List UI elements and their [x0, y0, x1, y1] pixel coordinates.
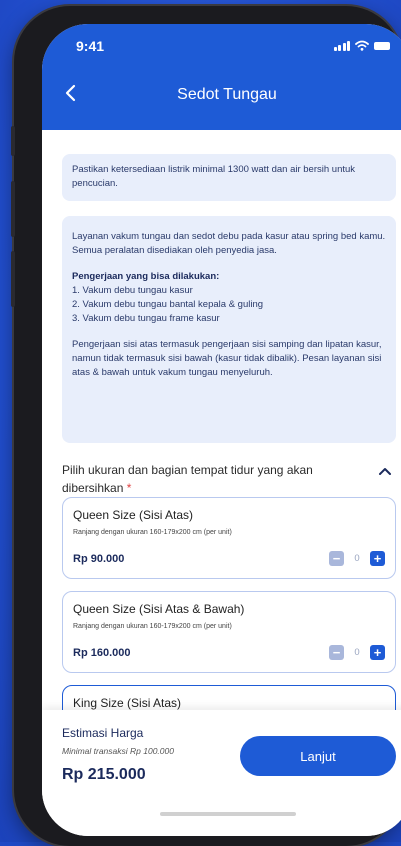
total-price: Rp 215.000	[62, 766, 146, 783]
work-item: 3. Vakum debu tungau frame kasur	[72, 313, 220, 324]
power-notice: Pastikan ketersediaan listrik minimal 13…	[62, 154, 396, 201]
volume-down-button	[11, 251, 15, 307]
minus-icon[interactable]: −	[329, 645, 344, 660]
battery-icon	[374, 42, 390, 50]
quantity-value: 0	[354, 553, 360, 564]
work-heading: Pengerjaan yang bisa dilakukan:	[72, 271, 220, 282]
next-button[interactable]: Lanjut	[240, 736, 396, 776]
work-item: 2. Vakum debu tungau bantal kepala & gul…	[72, 299, 264, 310]
work-note: Pengerjaan sisi atas termasuk pengerjaan…	[72, 339, 382, 378]
option-price: Rp 160.000	[73, 647, 131, 659]
work-item: 1. Vakum debu tungau kasur	[72, 285, 193, 296]
app-header: 9:41 Sedot Tungau	[42, 24, 401, 130]
status-time: 9:41	[76, 38, 105, 54]
option-name: King Size (Sisi Atas)	[73, 696, 182, 710]
option-name: Queen Size (Sisi Atas)	[73, 508, 194, 522]
option-description: Ranjang dengan ukuran 160-179x200 cm (pe…	[73, 623, 232, 630]
home-indicator[interactable]	[160, 812, 296, 816]
option-card-queen-top[interactable]: Queen Size (Sisi Atas) Ranjang dengan uk…	[62, 497, 396, 579]
plus-icon[interactable]: +	[370, 645, 385, 660]
volume-up-button	[11, 181, 15, 237]
status-icons	[333, 40, 390, 51]
chevron-up-icon[interactable]	[378, 466, 392, 476]
app-screen: 9:41 Sedot Tungau Pastikan ketersediaan …	[42, 24, 401, 836]
wifi-icon	[355, 40, 369, 51]
quantity-value: 0	[354, 647, 360, 658]
minimum-transaction-note: Minimal transaksi Rp 100.000	[62, 746, 174, 756]
content-area: Pastikan ketersediaan listrik minimal 13…	[42, 130, 401, 765]
size-section-label: Pilih ukuran dan bagian tempat tidur yan…	[62, 461, 352, 497]
required-mark: *	[126, 481, 132, 495]
option-price: Rp 90.000	[73, 553, 125, 565]
page-title: Sedot Tungau	[177, 86, 277, 103]
size-section-text: Pilih ukuran dan bagian tempat tidur yan…	[62, 463, 313, 495]
signal-icon	[333, 41, 350, 51]
price-footer: Estimasi Harga Minimal transaksi Rp 100.…	[42, 710, 401, 836]
plus-icon[interactable]: +	[370, 551, 385, 566]
power-notice-text: Pastikan ketersediaan listrik minimal 13…	[72, 164, 356, 189]
option-name: Queen Size (Sisi Atas & Bawah)	[73, 602, 245, 616]
service-description: Layanan vakum tungau dan sedot debu pada…	[72, 231, 386, 256]
quantity-stepper: − 0 +	[329, 551, 385, 566]
option-card-queen-top-bottom[interactable]: Queen Size (Sisi Atas & Bawah) Ranjang d…	[62, 591, 396, 673]
option-description: Ranjang dengan ukuran 160-179x200 cm (pe…	[73, 529, 232, 536]
minus-icon[interactable]: −	[329, 551, 344, 566]
phone-frame: 9:41 Sedot Tungau Pastikan ketersediaan …	[11, 6, 401, 846]
service-info-box: Layanan vakum tungau dan sedot debu pada…	[62, 216, 396, 443]
quantity-stepper: − 0 +	[329, 645, 385, 660]
estimate-label: Estimasi Harga	[62, 726, 144, 740]
mute-switch	[11, 126, 15, 156]
